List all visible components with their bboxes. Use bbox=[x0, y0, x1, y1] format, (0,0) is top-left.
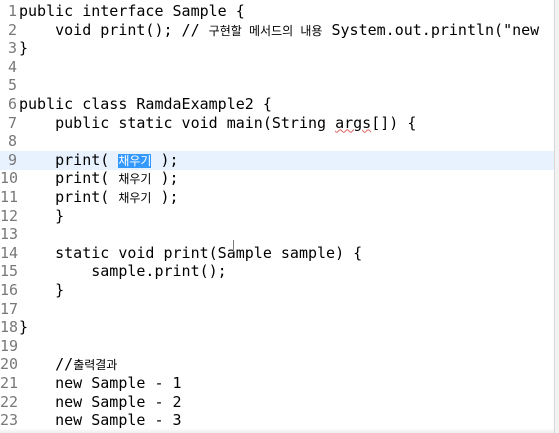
code-token: public static void main(String bbox=[19, 113, 336, 132]
code-text[interactable]: } bbox=[19, 207, 64, 226]
code-line[interactable]: 9 print( 채우기 ); bbox=[0, 150, 554, 171]
code-token: []) { bbox=[371, 113, 417, 132]
warning-token: args bbox=[335, 113, 372, 132]
line-number: 20 bbox=[0, 355, 19, 374]
code-line[interactable]: 7 public static void main(String args[])… bbox=[0, 114, 554, 133]
code-line[interactable]: 10 print( 채우기 ); bbox=[0, 169, 554, 188]
line-number: 18 bbox=[0, 318, 19, 337]
code-token: new Sample - 1 bbox=[19, 374, 182, 392]
code-token: ); bbox=[151, 169, 179, 188]
code-text[interactable]: new Sample - 2 bbox=[19, 392, 182, 412]
code-token: } bbox=[19, 281, 65, 299]
code-token: public class RamdaExample2 { bbox=[19, 95, 272, 113]
code-line[interactable]: 19 bbox=[0, 337, 554, 356]
text-cursor bbox=[233, 240, 234, 252]
code-token: public interface Sample { bbox=[19, 2, 245, 20]
code-token: new Sample - 3 bbox=[19, 411, 182, 430]
selected-text: 채우기 bbox=[118, 153, 152, 168]
line-number: 8 bbox=[7, 132, 17, 151]
code-text[interactable]: print( 채우기 ); bbox=[19, 169, 179, 189]
code-text[interactable]: public class RamdaExample2 { bbox=[19, 95, 272, 114]
code-line[interactable]: 4 bbox=[0, 58, 554, 77]
line-number: 12 bbox=[0, 206, 19, 225]
line-number: 22 bbox=[0, 392, 19, 411]
line-number: 7 bbox=[7, 113, 17, 132]
code-text[interactable]: static void print(Sample sample) { bbox=[19, 244, 362, 263]
line-number: 4 bbox=[7, 57, 17, 76]
code-text[interactable]: new Sample - 1 bbox=[19, 374, 182, 393]
code-token: 구현할 메서드의 내용 bbox=[208, 23, 323, 38]
code-line[interactable]: 12 } bbox=[0, 207, 554, 226]
line-number: 15 bbox=[0, 262, 19, 281]
code-line[interactable]: 16 } bbox=[0, 281, 554, 300]
code-text[interactable]: } bbox=[19, 318, 28, 337]
code-token: ); bbox=[151, 188, 179, 206]
line-number: 19 bbox=[0, 336, 19, 355]
code-token: 출력결과 bbox=[73, 358, 118, 373]
code-line[interactable]: 3} bbox=[0, 39, 554, 58]
code-token: void print(); // bbox=[19, 20, 209, 39]
line-number: 9 bbox=[7, 150, 17, 169]
code-token: } bbox=[19, 318, 29, 337]
code-token: ); bbox=[151, 150, 179, 169]
code-text[interactable]: print( 채우기 ); bbox=[19, 188, 179, 208]
code-token: } bbox=[19, 39, 29, 58]
line-number: 17 bbox=[0, 299, 19, 318]
code-line[interactable]: 8 bbox=[0, 132, 554, 151]
code-line[interactable]: 5 bbox=[0, 76, 554, 95]
code-line[interactable]: 21 new Sample - 1 bbox=[0, 374, 554, 393]
line-number: 1 bbox=[7, 2, 17, 20]
editor-bottom-edge bbox=[0, 428, 554, 433]
line-number: 6 bbox=[7, 95, 17, 113]
line-number: 2 bbox=[7, 20, 17, 39]
code-editor[interactable]: 1 public interface Sample {2 void print()… bbox=[0, 0, 554, 433]
code-line[interactable]: 13 bbox=[0, 225, 554, 244]
code-text[interactable]: } bbox=[19, 39, 28, 58]
code-line[interactable]: 15 sample.print(); bbox=[0, 262, 554, 281]
code-line[interactable]: 14 static void print(Sample sample) { bbox=[0, 244, 554, 263]
code-token: print( bbox=[19, 169, 119, 188]
code-line[interactable]: 2 void print(); // 구현할 메서드의 내용 System.ou… bbox=[0, 21, 554, 40]
line-number: 16 bbox=[0, 281, 19, 299]
code-token: static void print(Sample sample) { bbox=[19, 243, 363, 262]
line-number: 21 bbox=[0, 374, 19, 392]
code-text[interactable]: sample.print(); bbox=[19, 262, 227, 281]
code-text[interactable]: print( 채우기 ); bbox=[19, 150, 179, 171]
line-number: 13 bbox=[0, 225, 19, 244]
code-line[interactable]: 20 //출력결과 bbox=[0, 355, 554, 374]
code-token: System.out.println("new bbox=[322, 20, 540, 39]
code-line[interactable]: 1 public interface Sample { bbox=[0, 2, 554, 21]
code-text[interactable]: //출력결과 bbox=[19, 355, 117, 375]
code-token: // bbox=[19, 355, 74, 374]
code-token: print( bbox=[19, 150, 119, 169]
code-line[interactable]: 6 public class RamdaExample2 { bbox=[0, 95, 554, 114]
line-number: 10 bbox=[0, 169, 19, 188]
code-token: sample.print(); bbox=[19, 262, 227, 281]
line-number: 14 bbox=[0, 243, 19, 262]
code-token: 채우기 bbox=[118, 191, 152, 205]
code-line[interactable]: 17 bbox=[0, 300, 554, 319]
code-text[interactable]: public static void main(String args[]) { bbox=[19, 114, 416, 133]
code-token: } bbox=[19, 206, 65, 225]
code-token: print( bbox=[19, 188, 119, 206]
vertical-scrollbar[interactable] bbox=[554, 0, 559, 433]
line-number: 5 bbox=[7, 76, 17, 95]
code-token: 채우기 bbox=[118, 172, 152, 187]
code-text[interactable]: } bbox=[19, 281, 64, 300]
code-line[interactable]: 18} bbox=[0, 318, 554, 337]
code-line[interactable]: 22 new Sample - 2 bbox=[0, 393, 554, 412]
line-number: 11 bbox=[0, 188, 19, 206]
line-number: 3 bbox=[7, 39, 17, 58]
code-text[interactable]: void print(); // 구현할 메서드의 내용 System.out.… bbox=[19, 21, 539, 41]
code-token: new Sample - 2 bbox=[19, 392, 182, 411]
code-line[interactable]: 11 print( 채우기 ); bbox=[0, 188, 554, 207]
code-text[interactable]: public interface Sample { bbox=[19, 2, 245, 21]
